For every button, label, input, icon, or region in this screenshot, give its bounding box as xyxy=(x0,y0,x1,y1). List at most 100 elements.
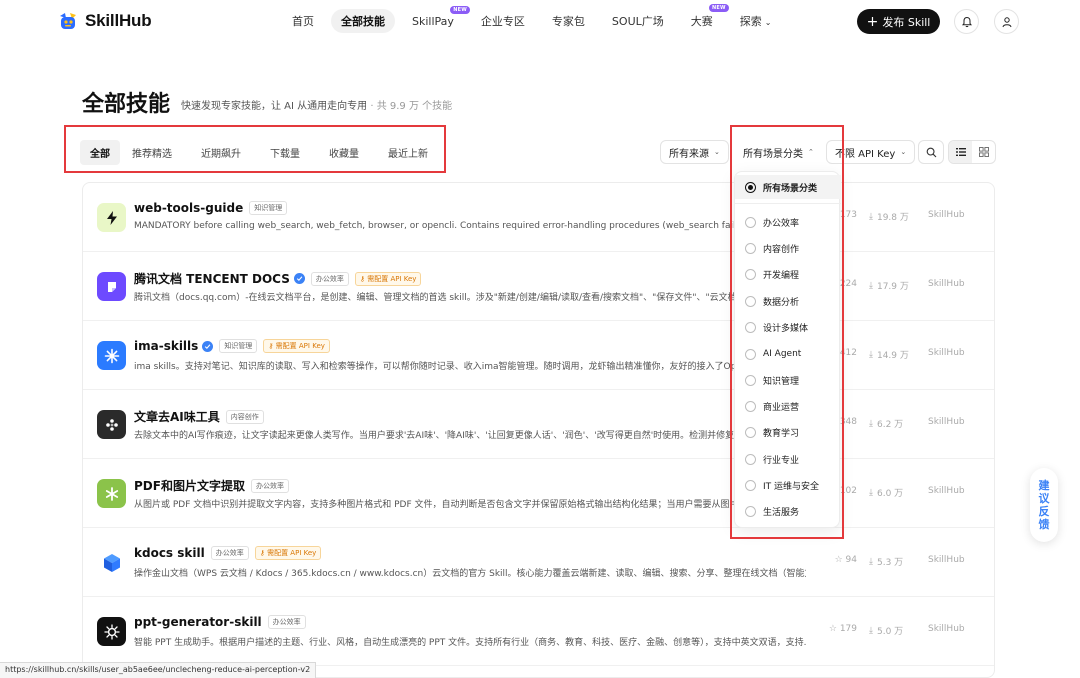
table-row[interactable]: ppt-generator-skill 办公效率 智能 PPT 生成助手。根据用… xyxy=(83,597,994,666)
nav-item-contest[interactable]: 大赛 NEW xyxy=(681,4,729,33)
scene-option[interactable]: 知识管理 xyxy=(735,368,841,392)
radio-selected-icon xyxy=(745,181,756,193)
download-count: ⤓ 6.0 万 xyxy=(869,486,903,500)
radio-icon xyxy=(745,216,756,228)
list-view-button[interactable] xyxy=(949,141,972,163)
scene-option[interactable]: 数据分析 xyxy=(735,289,841,313)
download-count: ⤓ 5.0 万 xyxy=(869,624,903,638)
table-row[interactable]: ima-skills 知识管理 ⚷ 需配置 API Key ima skills… xyxy=(83,321,994,390)
skill-description: MANDATORY before calling web_search, web… xyxy=(134,221,773,231)
apikey-filter-label: 不限 API Key xyxy=(835,148,896,160)
nav-item-all-skills[interactable]: 全部技能 xyxy=(331,9,395,33)
radio-icon xyxy=(745,426,756,438)
tab-newest[interactable]: 最近上新 xyxy=(378,140,438,165)
option-label: 教育学习 xyxy=(763,428,800,439)
download-icon: ⤓ xyxy=(869,211,873,222)
logo[interactable]: SkillHub xyxy=(57,10,152,32)
skill-name[interactable]: kdocs skill xyxy=(134,546,205,560)
scene-option[interactable]: 设计多媒体 xyxy=(735,315,841,339)
skill-count: · 共 9.9 万 个技能 xyxy=(367,101,453,112)
table-row[interactable]: kdocs skill 办公效率 ⚷ 需配置 API Key 操作金山文档（WP… xyxy=(83,528,994,597)
skill-name[interactable]: 文章去AI味工具 xyxy=(134,408,220,425)
status-bar-url: https://skillhub.cn/skills/user_ab5ae6ee… xyxy=(0,662,317,678)
feedback-button[interactable]: 建 议 反 馈 xyxy=(1030,468,1058,542)
table-row[interactable]: 腾讯文档 TENCENT DOCS 办公效率 ⚷ 需配置 API Key 腾讯文… xyxy=(83,252,994,321)
skill-list: web-tools-guide 知识管理 MANDATORY before ca… xyxy=(82,182,995,678)
scene-option[interactable]: 商业运营 xyxy=(735,394,841,418)
source-filter[interactable]: 所有来源 ⌄ xyxy=(660,140,729,164)
user-avatar-button[interactable] xyxy=(994,9,1019,34)
category-tag: 办公效率 xyxy=(210,546,249,560)
option-label: 数据分析 xyxy=(763,297,800,308)
skill-title: kdocs skill 办公效率 ⚷ 需配置 API Key xyxy=(134,546,322,560)
scene-option[interactable]: 内容创作 xyxy=(735,236,841,260)
subtitle-text: 快速发现专家技能，让 AI 从通用走向专用 xyxy=(181,101,368,112)
download-icon: ⤓ xyxy=(869,418,873,429)
skill-title: 文章去AI味工具 内容创作 xyxy=(134,408,264,425)
nav-item-enterprise[interactable]: 企业专区 xyxy=(471,9,535,33)
skill-name[interactable]: web-tools-guide xyxy=(134,201,243,215)
category-tag: 办公效率 xyxy=(310,271,349,286)
option-label: 设计多媒体 xyxy=(763,323,809,334)
publish-skill-button[interactable]: + 发布 Skill xyxy=(857,9,940,34)
table-row[interactable]: 文章去AI味工具 内容创作 去除文本中的AI写作痕迹，让文字读起来更像人类写作。… xyxy=(83,390,994,459)
skill-name[interactable]: 腾讯文档 TENCENT DOCS xyxy=(134,270,290,287)
scene-option[interactable]: 行业专业 xyxy=(735,447,841,471)
tab-favorites[interactable]: 收藏量 xyxy=(319,140,369,165)
skill-title: 腾讯文档 TENCENT DOCS 办公效率 ⚷ 需配置 API Key xyxy=(134,270,422,287)
api-key-label: 需配置 API Key xyxy=(367,274,417,283)
radio-icon xyxy=(745,374,756,386)
api-key-tag: ⚷ 需配置 API Key xyxy=(263,339,330,353)
category-tag: 内容创作 xyxy=(225,409,264,424)
skill-description: 操作金山文档（WPS 云文档 / Kdocs / 365.kdocs.cn / … xyxy=(134,569,806,579)
scene-option[interactable]: 开发编程 xyxy=(735,262,841,286)
nav-item-soul-plaza[interactable]: SOUL广场 xyxy=(602,9,674,33)
tab-all[interactable]: 全部 xyxy=(80,140,120,165)
category-tag: 知识管理 xyxy=(249,201,288,215)
nav-item-home[interactable]: 首页 xyxy=(282,9,324,33)
star-value: 94 xyxy=(845,555,857,565)
search-icon xyxy=(926,147,936,157)
scene-option[interactable]: IT 运维与安全 xyxy=(735,473,841,497)
nav-item-explore[interactable]: 探索 ⌄ xyxy=(730,9,782,33)
skill-name[interactable]: ppt-generator-skill xyxy=(134,615,262,629)
nav-menu: 首页 全部技能 SkillPay NEW 企业专区 专家包 SOUL广场 大赛 NE… xyxy=(282,4,788,33)
notification-button[interactable] xyxy=(954,9,979,34)
scene-option[interactable]: AI Agent xyxy=(735,342,841,366)
category-tag: 办公效率 xyxy=(250,478,289,493)
star-count: ☆ 179 xyxy=(821,624,857,634)
scene-filter[interactable]: 所有场景分类 ⌃ xyxy=(734,140,823,164)
option-label: 商业运营 xyxy=(763,402,800,413)
table-row[interactable]: PDF和图片文字提取 办公效率 从图片或 PDF 文档中识别并提取文字内容，支持… xyxy=(83,459,994,528)
skill-name[interactable]: PDF和图片文字提取 xyxy=(134,477,245,494)
brand-name: SkillHub xyxy=(85,11,152,30)
grid-view-button[interactable] xyxy=(972,141,995,163)
nav-item-skillpay[interactable]: SkillPay NEW xyxy=(402,5,470,32)
star-count: ☆ 94 xyxy=(821,555,857,565)
skill-name[interactable]: ima-skills xyxy=(134,339,198,353)
lightning-icon xyxy=(97,203,126,232)
radio-icon xyxy=(745,268,756,280)
nav-item-expert-pack[interactable]: 专家包 xyxy=(542,9,595,33)
skill-title: ima-skills 知识管理 ⚷ 需配置 API Key xyxy=(134,339,330,353)
tab-trending[interactable]: 近期飙升 xyxy=(191,140,251,165)
page-title: 全部技能 xyxy=(82,92,171,117)
scene-option[interactable]: 教育学习 xyxy=(735,420,841,444)
option-label: 生活服务 xyxy=(763,507,800,518)
download-value: 17.9 万 xyxy=(876,282,909,292)
download-count: ⤓ 19.8 万 xyxy=(869,210,909,224)
table-row[interactable]: web-tools-guide 知识管理 MANDATORY before ca… xyxy=(83,183,994,252)
page-subtitle: 快速发现专家技能，让 AI 从通用走向专用 · 共 9.9 万 个技能 xyxy=(181,97,452,112)
search-button[interactable] xyxy=(918,140,944,164)
apikey-filter[interactable]: 不限 API Key ⌄ xyxy=(826,140,916,164)
download-icon: ⤓ xyxy=(869,280,873,291)
source-label: SkillHub xyxy=(928,624,965,634)
download-icon: ⤓ xyxy=(869,625,873,636)
tab-recommended[interactable]: 推荐精选 xyxy=(122,140,182,165)
scene-option[interactable]: 办公效率 xyxy=(735,210,841,234)
scene-option-all[interactable]: 所有场景分类 xyxy=(735,175,841,199)
scene-option[interactable]: 生活服务 xyxy=(735,499,841,523)
grid-icon xyxy=(978,147,989,157)
tab-downloads[interactable]: 下载量 xyxy=(260,140,310,165)
option-label: 知识管理 xyxy=(763,376,800,387)
